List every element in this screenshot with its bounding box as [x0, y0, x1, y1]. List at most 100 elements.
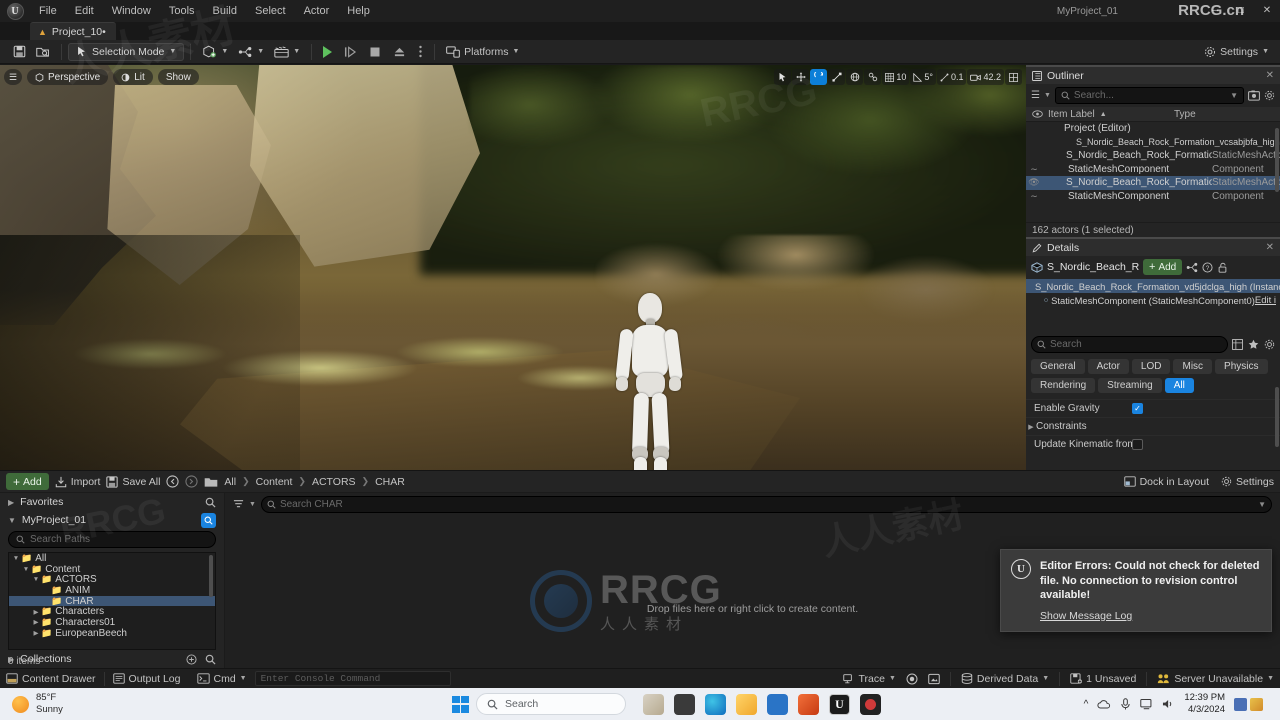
edit-link[interactable]: Edit i — [1255, 295, 1276, 306]
chevron-down-icon[interactable]: ▼ — [240, 675, 247, 682]
tray-extra-icons[interactable] — [1234, 694, 1272, 714]
content-settings-button[interactable]: Settings — [1221, 476, 1274, 488]
outliner-row[interactable]: S_Nordic_Beach_Rock_Formation StaticMesh… — [1026, 149, 1280, 163]
path-node-europeanbeech[interactable]: ▶ 📁 EuropeanBeech — [9, 628, 215, 639]
folder-icon[interactable] — [204, 476, 218, 488]
search-icon[interactable] — [205, 497, 216, 508]
viewport-move-tool[interactable] — [792, 69, 810, 85]
outliner-tab[interactable]: Outliner ✕ — [1026, 65, 1280, 84]
show-message-log-link[interactable]: Show Message Log — [1040, 610, 1132, 622]
platforms-button[interactable]: Platforms ▼ — [441, 42, 524, 62]
viewport-scale-snap[interactable]: 0.1 — [936, 69, 967, 85]
stop-button[interactable] — [364, 42, 386, 62]
viewport-surface-snap[interactable] — [864, 69, 882, 85]
chevron-down-icon[interactable]: ▼ — [249, 501, 256, 508]
outliner-col-item-label[interactable]: Item Label — [1048, 109, 1095, 120]
outliner-row[interactable]: S_Nordic_Beach_Rock_Formation_vcsabjbfa_… — [1026, 136, 1280, 150]
dock-in-layout-button[interactable]: Dock in Layout — [1123, 476, 1209, 488]
content-drawer-button[interactable]: Content Drawer — [6, 673, 96, 685]
save-button[interactable] — [8, 42, 31, 62]
content-import-button[interactable]: Import — [55, 476, 100, 488]
chevron-right-icon[interactable]: ▶ — [8, 498, 14, 507]
breadcrumb-all[interactable]: All — [224, 476, 236, 488]
project-section[interactable]: ▼ MyProject_01 — [0, 511, 224, 529]
outliner-search-input[interactable]: Search... ▼ — [1054, 87, 1244, 104]
path-node-characters[interactable]: ▶ 📁 Characters — [9, 606, 215, 617]
property-row[interactable]: Enable Gravity ✓ — [1026, 399, 1280, 417]
unlock-icon[interactable] — [1217, 262, 1228, 273]
content-add-button[interactable]: + Add — [6, 473, 49, 490]
blueprints-button[interactable]: ▼ — [233, 42, 269, 62]
viewport-angle-snap[interactable]: 5° — [910, 69, 936, 85]
forward-arrow-icon[interactable] — [185, 475, 199, 488]
category-actor[interactable]: Actor — [1087, 359, 1129, 374]
outliner-row[interactable]: Project (Editor) — [1026, 122, 1280, 136]
outliner-scrollbar[interactable] — [1275, 128, 1279, 192]
browse-content-button[interactable] — [31, 42, 55, 62]
store-icon[interactable] — [767, 693, 788, 715]
error-notification[interactable]: U Editor Errors: Could not check for del… — [1000, 549, 1272, 632]
taskbar-weather-widget[interactable]: 85°F Sunny — [0, 692, 63, 715]
eye-icon[interactable]: ∼ — [1026, 191, 1042, 202]
breadcrumb-content[interactable]: Content — [256, 476, 293, 488]
enable-gravity-checkbox[interactable]: ✓ — [1132, 403, 1143, 414]
chevron-down-icon[interactable]: ▼ — [1267, 675, 1274, 682]
add-component-button[interactable]: + Add — [1143, 259, 1183, 275]
menu-tools[interactable]: Tools — [160, 0, 204, 22]
chevron-down-icon[interactable]: ▼ — [11, 555, 21, 562]
viewport-lit-button[interactable]: Lit — [113, 69, 153, 85]
chevron-down-icon[interactable]: ▼ — [1230, 91, 1238, 100]
path-node-characters01[interactable]: ▶ 📁 Characters01 — [9, 617, 215, 628]
tab-project[interactable]: ▲ Project_10• — [30, 22, 116, 40]
viewport-select-tool[interactable] — [774, 69, 792, 85]
taskbar-search-input[interactable]: Search — [476, 693, 626, 715]
help-icon[interactable]: ? — [1202, 261, 1213, 273]
edge-icon[interactable] — [705, 693, 726, 715]
favorites-section[interactable]: ▶ Favorites — [0, 493, 224, 511]
cmd-button[interactable]: Cmd ▼ — [196, 673, 247, 685]
save-outliner-icon[interactable] — [1248, 90, 1260, 101]
path-node-actors[interactable]: ▼ 📁 ACTORS — [9, 574, 215, 585]
media-icon[interactable] — [860, 693, 881, 715]
asset-search-input[interactable]: Search CHAR ▼ — [260, 495, 1272, 513]
unreal-engine-logo-icon[interactable]: U — [0, 0, 30, 22]
gear-icon[interactable] — [1264, 339, 1275, 350]
path-node-all[interactable]: ▼ 📁 All — [9, 553, 215, 564]
settings-button[interactable]: Settings ▼ — [1199, 42, 1274, 62]
outliner-tree[interactable]: Project (Editor) S_Nordic_Beach_Rock_For… — [1026, 122, 1280, 222]
chevron-down-icon[interactable]: ▼ — [21, 566, 31, 573]
chevron-down-icon[interactable]: ▼ — [1042, 675, 1049, 682]
outliner-row[interactable]: ∼ StaticMeshComponent Component — [1026, 163, 1280, 177]
filter-icon[interactable]: ☰ — [1031, 90, 1040, 101]
outliner-row[interactable]: ∼ StaticMeshComponent Component — [1026, 190, 1280, 204]
path-node-content[interactable]: ▼ 📁 Content — [9, 564, 215, 575]
menu-select[interactable]: Select — [246, 0, 295, 22]
character-mannequin[interactable] — [600, 225, 710, 470]
category-all[interactable]: All — [1164, 378, 1194, 393]
path-tree[interactable]: ▼ 📁 All ▼ 📁 Content ▼ 📁 ACTORS 📁 ANIM 📁 … — [8, 552, 216, 650]
chevron-down-icon[interactable]: ▼ — [1044, 92, 1051, 99]
source-control-button[interactable]: Server Unavailable ▼ — [1157, 673, 1274, 685]
cinematics-button[interactable]: ▼ — [269, 42, 305, 62]
star-icon[interactable] — [1248, 339, 1259, 350]
menu-file[interactable]: File — [30, 0, 66, 22]
console-command-input[interactable]: Enter Console Command — [254, 671, 451, 686]
task-view-icon[interactable] — [674, 693, 695, 715]
chevron-right-icon[interactable]: ▶ — [31, 629, 41, 637]
menu-build[interactable]: Build — [204, 0, 246, 22]
eye-icon[interactable]: ∼ — [1026, 164, 1042, 175]
mic-icon[interactable] — [1120, 698, 1131, 710]
details-tree-row-selected[interactable]: S_Nordic_Beach_Rock_Formation_vd5jdclga_… — [1026, 279, 1280, 293]
viewport-show-button[interactable]: Show — [157, 69, 199, 85]
project-search-button[interactable] — [201, 512, 216, 528]
taskbar-clock[interactable]: 12:39 PM 4/3/2024 — [1184, 692, 1225, 716]
skip-button[interactable] — [339, 42, 362, 62]
viewport-world-coords[interactable] — [846, 69, 864, 85]
derived-data-button[interactable]: Derived Data ▼ — [961, 673, 1049, 685]
gear-icon[interactable] — [1264, 90, 1275, 101]
volume-icon[interactable] — [1162, 698, 1175, 710]
play-options-button[interactable] — [413, 42, 428, 62]
windows-start-icon[interactable] — [452, 695, 469, 713]
category-streaming[interactable]: Streaming — [1098, 378, 1162, 393]
filter-icon[interactable] — [233, 499, 244, 509]
